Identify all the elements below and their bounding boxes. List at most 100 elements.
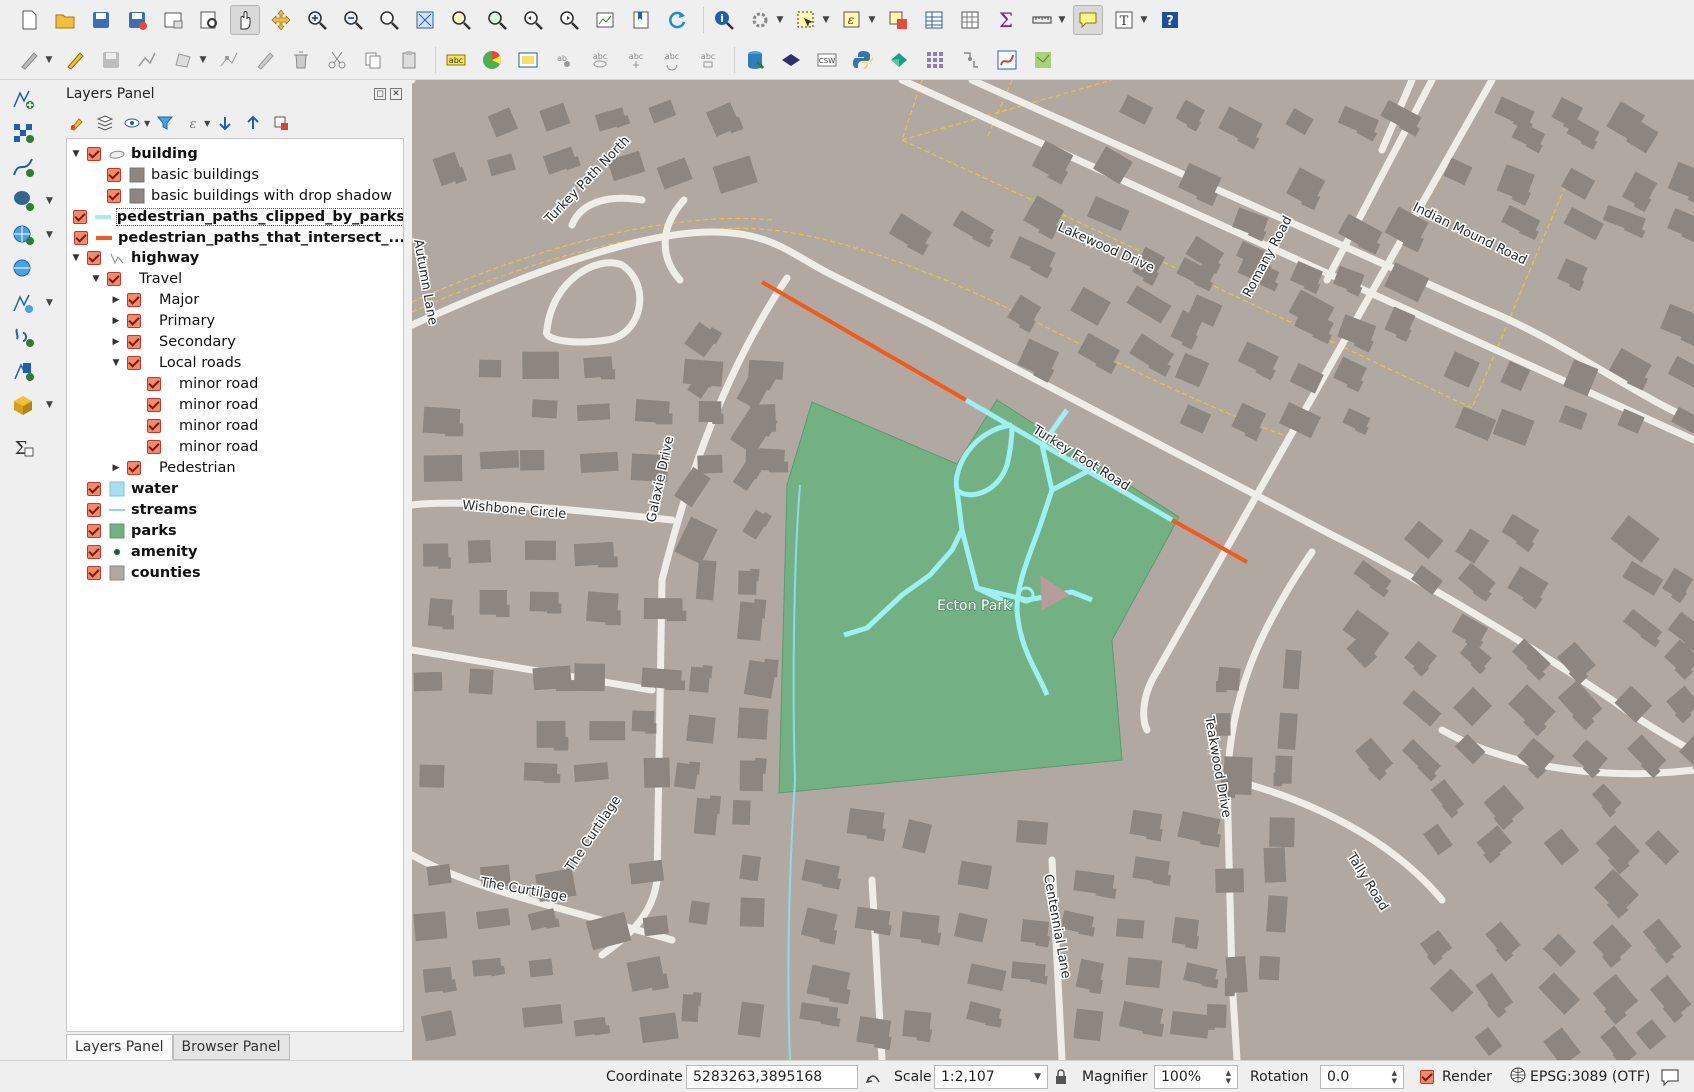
new-map-view-icon[interactable] xyxy=(590,5,620,35)
current-edits-icon[interactable] xyxy=(14,45,44,75)
chevron-down-icon[interactable]: ▼ xyxy=(775,5,785,35)
zoom-to-selection-icon[interactable] xyxy=(446,5,476,35)
measure-icon[interactable] xyxy=(1027,5,1057,35)
save-project-icon[interactable] xyxy=(86,5,116,35)
toggle-extents-icon[interactable] xyxy=(864,1061,882,1092)
add-wfs-layer-icon[interactable] xyxy=(8,254,38,284)
layer-row[interactable]: ▶ Pedestrian xyxy=(67,457,403,479)
layer-row[interactable]: amenity xyxy=(67,541,403,563)
show-hide-labels-icon[interactable]: abc xyxy=(585,45,615,75)
layer-visibility-checkbox[interactable] xyxy=(127,335,141,349)
run-feature-action-icon[interactable] xyxy=(745,5,775,35)
chevron-down-icon[interactable]: ▼ xyxy=(46,298,53,308)
copy-features-icon[interactable] xyxy=(358,45,388,75)
lock-scale-icon[interactable] xyxy=(1054,1061,1068,1092)
layer-row[interactable]: ▶ Major xyxy=(67,289,403,311)
filter-legend-icon[interactable] xyxy=(154,112,176,134)
layer-row[interactable]: water xyxy=(67,478,403,500)
layer-row[interactable]: ▼ Travel xyxy=(67,268,403,290)
scale-combobox[interactable]: 1:2,107 ▼ xyxy=(934,1065,1048,1089)
pan-to-selection-icon[interactable] xyxy=(266,5,296,35)
add-line-feature-icon[interactable] xyxy=(132,45,162,75)
delete-selected-icon[interactable] xyxy=(286,45,316,75)
remove-layer-icon[interactable] xyxy=(270,112,292,134)
layer-visibility-checkbox[interactable] xyxy=(107,168,121,182)
chevron-down-icon[interactable]: ▼ xyxy=(1057,5,1067,35)
label-tool-icon[interactable]: abc xyxy=(441,45,471,75)
layer-visibility-checkbox[interactable] xyxy=(87,482,101,496)
layer-visibility-checkbox[interactable] xyxy=(127,356,141,370)
layer-row[interactable]: pedestrian_paths_clipped_by_parks xyxy=(67,206,403,228)
network-analysis-icon[interactable] xyxy=(992,45,1022,75)
network-plugin-icon[interactable] xyxy=(956,45,986,75)
expand-down-icon[interactable]: ▼ xyxy=(69,253,83,263)
layer-visibility-checkbox[interactable] xyxy=(147,398,161,412)
layer-visibility-checkbox[interactable] xyxy=(87,251,101,265)
zoom-next-icon[interactable] xyxy=(554,5,584,35)
select-features-icon[interactable] xyxy=(791,5,821,35)
refresh-icon[interactable] xyxy=(662,5,692,35)
layer-visibility-checkbox[interactable] xyxy=(127,293,141,307)
layer-row[interactable]: minor road xyxy=(67,436,403,458)
expand-right-icon[interactable]: ▶ xyxy=(109,463,123,473)
save-edits-icon[interactable] xyxy=(96,45,126,75)
new-geopackage-icon[interactable] xyxy=(8,390,38,420)
statistics-icon[interactable]: Σ xyxy=(991,5,1021,35)
style-manager-icon[interactable] xyxy=(66,112,88,134)
map-svg[interactable]: Turkey Path North Lakewood Drive Indian … xyxy=(412,80,1694,1060)
add-polygon-feature-icon[interactable] xyxy=(168,45,198,75)
pan-map-icon[interactable] xyxy=(230,5,260,35)
identify-features-icon[interactable]: i xyxy=(709,5,739,35)
chevron-down-icon[interactable]: ▼ xyxy=(867,5,877,35)
tab-browser-panel[interactable]: Browser Panel xyxy=(172,1034,290,1060)
new-project-icon[interactable] xyxy=(14,5,44,35)
add-raster-layer-icon[interactable] xyxy=(8,118,38,148)
save-as-icon[interactable] xyxy=(122,5,152,35)
layer-row[interactable]: minor road xyxy=(67,373,403,395)
zoom-in-icon[interactable] xyxy=(302,5,332,35)
layer-visibility-checkbox[interactable] xyxy=(147,440,161,454)
expand-down-icon[interactable]: ▼ xyxy=(69,149,83,159)
chevron-down-icon[interactable]: ▼ xyxy=(821,5,831,35)
python-console-icon[interactable] xyxy=(848,45,878,75)
zoom-out-icon[interactable] xyxy=(338,5,368,35)
expand-right-icon[interactable]: ▶ xyxy=(109,316,123,326)
layer-visibility-checkbox[interactable] xyxy=(87,545,101,559)
add-virtual-layer-icon[interactable] xyxy=(8,288,38,318)
new-print-layout-icon[interactable] xyxy=(158,5,188,35)
zoom-full-icon[interactable] xyxy=(410,5,440,35)
layer-visibility-checkbox[interactable] xyxy=(107,272,121,286)
zoom-last-icon[interactable] xyxy=(518,5,548,35)
layer-row[interactable]: basic buildings xyxy=(67,164,403,186)
layer-visibility-checkbox[interactable] xyxy=(87,524,101,538)
help-icon[interactable]: ? xyxy=(1155,5,1185,35)
chevron-down-icon[interactable]: ▼ xyxy=(144,119,150,128)
add-postgis-layer-icon[interactable] xyxy=(8,186,38,216)
float-panel-icon[interactable]: ◻ xyxy=(374,88,386,100)
magnifier-spinbox[interactable]: 100% ▲ ▼ xyxy=(1154,1065,1238,1089)
chevron-down-icon[interactable]: ▼ xyxy=(204,119,210,128)
field-calculator-icon[interactable] xyxy=(955,5,985,35)
layer-visibility-checkbox[interactable] xyxy=(87,503,101,517)
layer-row[interactable]: basic buildings with drop shadow xyxy=(67,185,403,207)
add-group-icon[interactable] xyxy=(94,112,116,134)
chevron-down-icon[interactable]: ▼ xyxy=(1139,5,1149,35)
text-annotation-icon[interactable]: T xyxy=(1109,5,1139,35)
highlight-pinned-labels-icon[interactable] xyxy=(513,45,543,75)
layer-visibility-checkbox[interactable] xyxy=(127,314,141,328)
layer-row[interactable]: ▶ Primary xyxy=(67,310,403,332)
cut-features-icon[interactable] xyxy=(322,45,352,75)
layer-visibility-checkbox[interactable] xyxy=(74,231,89,245)
chevron-down-icon[interactable]: ▼ xyxy=(46,196,53,206)
layer-row[interactable]: ▼ building xyxy=(67,143,403,165)
rotation-spinbox[interactable]: 0.0 ▲ ▼ xyxy=(1320,1065,1404,1089)
layer-row[interactable]: ▼ highway xyxy=(67,247,403,269)
expand-right-icon[interactable]: ▶ xyxy=(109,337,123,347)
layer-visibility-checkbox[interactable] xyxy=(72,210,87,224)
chevron-down-icon[interactable]: ▼ xyxy=(44,45,54,75)
paste-features-icon[interactable] xyxy=(394,45,424,75)
layer-visibility-checkbox[interactable] xyxy=(87,566,101,580)
zoom-to-layer-icon[interactable] xyxy=(482,5,512,35)
add-delimited-text-icon[interactable] xyxy=(8,322,38,352)
rotate-label-icon[interactable]: abc xyxy=(657,45,687,75)
